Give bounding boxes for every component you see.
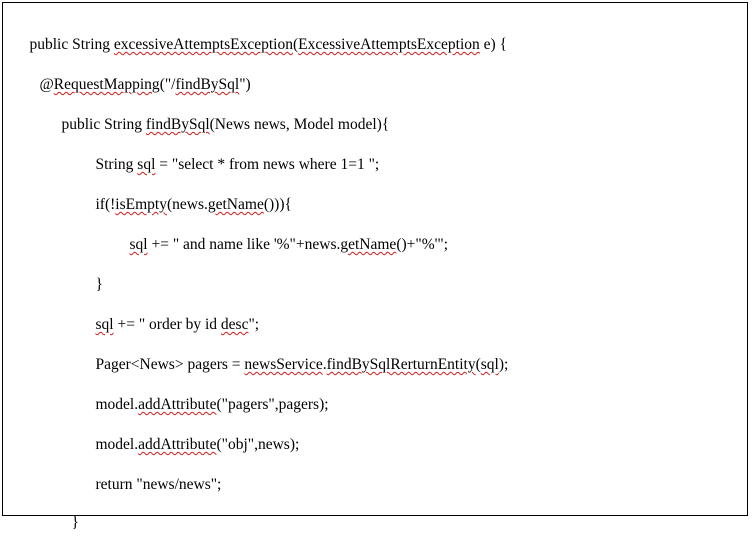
code-token-misspelled: sql (480, 356, 499, 373)
code-token: += " and name like '%"+news. (147, 236, 341, 253)
code-token-misspelled: excessiveAttemptsException (113, 36, 293, 53)
code-token-misspelled: getName (207, 196, 264, 213)
code-token: ); (498, 356, 509, 373)
code-line-6: sql += " and name like '%"+news.getName(… (114, 215, 449, 275)
code-token-misspelled: addAttribute (138, 396, 217, 413)
code-token-misspelled: addAttribute (138, 436, 217, 453)
code-token-misspelled: findBySql (175, 76, 240, 93)
code-token-misspelled: sql (129, 236, 148, 253)
code-token: ") (239, 76, 251, 93)
code-token-misspelled: sql (137, 156, 156, 173)
code-token: model. (95, 396, 139, 413)
code-token: (News news, Model model){ (209, 116, 390, 133)
code-token-misspelled: newsService (244, 356, 323, 373)
code-line-13: } (56, 493, 79, 553)
code-line-12: return "news/news"; (80, 455, 222, 515)
code-token: ("pagers",pagers); (216, 396, 329, 413)
code-token: return "news/news"; (95, 476, 222, 493)
code-token: Pager<News> pagers = (95, 356, 245, 373)
code-token: += " order by id (113, 316, 221, 333)
code-token-misspelled: sql (95, 316, 114, 333)
code-token: (news. (166, 196, 208, 213)
code-token: if(! (95, 196, 116, 213)
code-token-misspelled: RequestMapping (53, 76, 160, 93)
code-token: ()+"%'"; (396, 236, 449, 253)
code-token: = "select * from news where 1=1 "; (155, 156, 380, 173)
code-token: "; (248, 316, 260, 333)
code-token: } (71, 514, 79, 531)
code-token-misspelled: findBySqlRerturnEntity (326, 356, 476, 373)
code-token: String (95, 156, 138, 173)
code-token-misspelled: getName (340, 236, 397, 253)
code-token: model. (95, 436, 139, 453)
code-token-misspelled: findBySql (145, 116, 210, 133)
code-token: public String (61, 116, 146, 133)
code-token-misspelled: isEmpty (115, 196, 167, 213)
code-token: } (95, 276, 103, 293)
code-token: ())){ (263, 196, 292, 213)
code-token: e) { (479, 36, 508, 53)
code-token: @ (39, 76, 54, 93)
code-token-misspelled: desc (220, 316, 249, 333)
code-token: ("/ (159, 76, 176, 93)
code-token: ("obj",news); (216, 436, 300, 453)
code-document-frame: public String excessiveAttemptsException… (2, 2, 748, 531)
code-token: public String (29, 36, 114, 53)
code-token-misspelled: ExcessiveAttemptsException (298, 36, 480, 53)
